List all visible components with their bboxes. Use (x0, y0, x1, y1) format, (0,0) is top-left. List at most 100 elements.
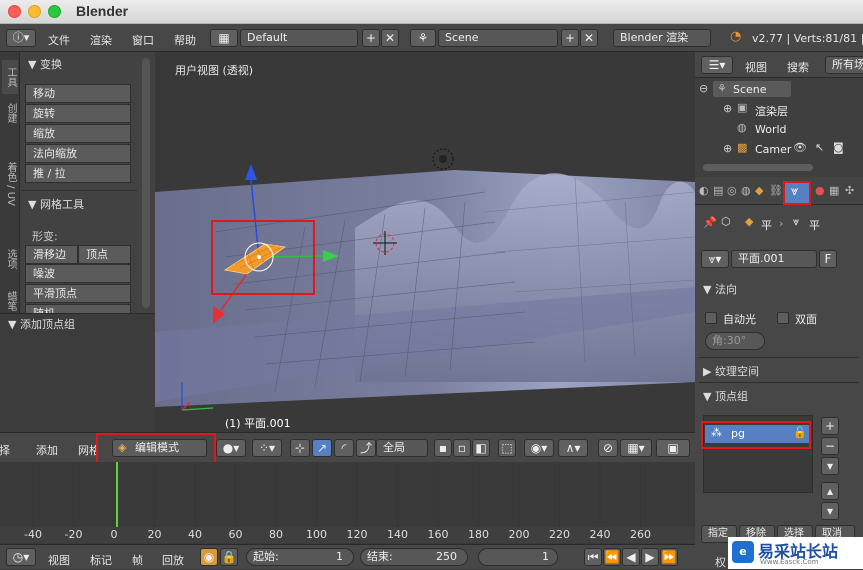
proportional-edit-icon[interactable]: ◉▾ (524, 439, 554, 457)
smooth-vertex-button[interactable]: 平滑顶点 (25, 284, 131, 303)
shrink-fatten-button[interactable]: 法向缩放 (25, 144, 131, 163)
scene-field[interactable]: Scene (438, 29, 558, 47)
render-layers-tab-icon[interactable]: ▤ (713, 184, 723, 197)
outliner-menu-search[interactable]: 搜索 (787, 59, 809, 75)
vertex-select-mode-icon[interactable]: ▪ (434, 439, 452, 457)
outliner-item-scene[interactable]: Scene (733, 83, 767, 96)
delete-layout-x-icon[interactable]: ✕ (381, 29, 399, 47)
scale-button[interactable]: 缩放 (25, 124, 131, 143)
editor-type-info-icon[interactable]: ⓘ▾ (6, 29, 36, 47)
menu-mesh[interactable]: 网格 (78, 442, 98, 458)
menu-frame[interactable]: 帧 (132, 552, 143, 568)
delete-scene-x-icon[interactable]: ✕ (580, 29, 598, 47)
manipulator-axes-icon[interactable]: ⊹ (290, 439, 310, 457)
outliner-item-renderlayers[interactable]: 渲染层 (755, 103, 788, 119)
selectable-cursor-icon[interactable]: ↖ (815, 141, 824, 154)
menu-render[interactable]: 渲染 (90, 32, 112, 48)
prev-keyframe-icon[interactable]: ⏪ (603, 548, 621, 566)
translate-manipulator-icon[interactable]: ↗ (312, 439, 332, 457)
screen-layout-grid-icon[interactable]: ▦ (210, 29, 238, 47)
double-sided-checkbox[interactable] (777, 312, 789, 324)
add-layout-plus-icon[interactable]: + (362, 29, 380, 47)
material-tab-icon[interactable]: ● (815, 184, 825, 197)
expand-icon[interactable]: ⊕ (723, 102, 732, 115)
world-tab-icon[interactable]: ◍ (741, 184, 751, 197)
move-down-icon[interactable]: ▾ (821, 502, 839, 520)
particles-tab-icon[interactable]: ✣ (845, 184, 854, 197)
move-button[interactable]: 移动 (25, 84, 131, 103)
move-up-icon[interactable]: ▴ (821, 482, 839, 500)
outliner-display-filter[interactable]: 所有场 (825, 56, 863, 74)
menu-marker[interactable]: 标记 (90, 552, 112, 568)
menu-file[interactable]: 文件 (48, 32, 70, 48)
outliner-editor-icon[interactable]: ☰▾ (701, 56, 733, 74)
texture-space-panel-header[interactable]: ▶ 纹理空间 (703, 363, 759, 379)
pin-icon[interactable]: 📌 (703, 216, 717, 229)
add-vertex-group-plus-icon[interactable]: + (821, 417, 839, 435)
expand-icon[interactable]: ⊕ (723, 142, 732, 155)
remove-vertex-group-minus-icon[interactable]: − (821, 437, 839, 455)
add-vertex-group-operator-header[interactable]: ▼ 添加顶点组 (8, 316, 75, 332)
mesh-tools-panel-header[interactable]: ▼ 网格工具 (28, 196, 84, 212)
edge-slide-button[interactable]: 滑移边 (25, 245, 78, 264)
limit-selection-icon[interactable]: ⬚ (498, 439, 516, 457)
face-select-mode-icon[interactable]: ◧ (472, 439, 490, 457)
render-engine-select[interactable]: Blender 渲染 (613, 29, 711, 47)
auto-smooth-checkbox[interactable] (705, 312, 717, 324)
menu-add[interactable]: 添加 (36, 442, 58, 458)
zoom-window-button[interactable] (48, 5, 61, 18)
tab-shading-uv[interactable]: 着色 / UV (2, 132, 18, 236)
mode-select[interactable]: ◈ 编辑模式 (112, 439, 207, 457)
current-frame-field[interactable]: 1 (478, 548, 558, 566)
editor-type-clock-icon[interactable]: ◷▾ (6, 548, 36, 566)
viewport-shading-icon[interactable]: ●▾ (216, 439, 246, 457)
tab-create[interactable]: 创建 (2, 98, 18, 128)
expand-icon[interactable]: ⊖ (699, 82, 708, 95)
normals-panel-header[interactable]: ▼ 法向 (703, 281, 737, 297)
mesh-name-field[interactable]: 平面.001 (731, 250, 817, 268)
push-pull-button[interactable]: 推 / 拉 (25, 164, 131, 183)
pivot-point-icon[interactable]: ⁘▾ (252, 439, 282, 457)
snap-element-icon[interactable]: ▦▾ (620, 439, 652, 457)
menu-playback[interactable]: 回放 (162, 552, 184, 568)
outliner-item-world[interactable]: World (755, 123, 787, 136)
menu-select[interactable]: 选择 (0, 442, 10, 458)
vertex-slide-button[interactable]: 顶点 (78, 245, 131, 264)
outliner-scrollbar[interactable] (703, 164, 813, 171)
lock-icon[interactable]: 🔒 (220, 548, 238, 566)
menu-help[interactable]: 帮助 (174, 32, 196, 48)
add-scene-plus-icon[interactable]: + (561, 29, 579, 47)
object-tab-icon[interactable]: ◆ (755, 184, 763, 197)
rotate-button[interactable]: 旋转 (25, 104, 131, 123)
transform-orientation-select[interactable]: 全局 (376, 439, 428, 457)
menu-window[interactable]: 窗口 (132, 32, 154, 48)
edge-select-mode-icon[interactable]: ▫ (453, 439, 471, 457)
viewport-3d[interactable]: 用户视图 (透视) (1) 平面.001 (155, 52, 695, 435)
layout-field[interactable]: Default (240, 29, 358, 47)
tab-tools[interactable]: 工具 (2, 60, 18, 94)
snap-toggle-icon[interactable]: ⊘ (598, 439, 618, 457)
constraints-tab-icon[interactable]: ⛓ (769, 184, 783, 197)
end-frame-field[interactable]: 结束: 250 (360, 548, 468, 566)
auto-keying-icon[interactable]: ◉ (200, 548, 218, 566)
menu-view[interactable]: 视图 (48, 552, 70, 568)
vertex-groups-panel-header[interactable]: ▼ 顶点组 (703, 388, 748, 404)
play-reverse-icon[interactable]: ◀ (622, 548, 640, 566)
tab-options[interactable]: 选项 (2, 242, 18, 276)
tool-shelf-scrollbar[interactable] (142, 58, 150, 308)
play-icon[interactable]: ▶ (641, 548, 659, 566)
vertex-group-specials-icon[interactable]: ▾ (821, 457, 839, 475)
auto-smooth-angle-field[interactable]: 角:30° (705, 332, 765, 350)
rotate-manipulator-icon[interactable]: ◜ (334, 439, 354, 457)
fake-user-button[interactable]: F (819, 250, 837, 268)
render-preview-icon[interactable]: ▣ (656, 439, 690, 457)
minimize-window-button[interactable] (28, 5, 41, 18)
renderable-camera-icon[interactable]: ◙ (833, 141, 844, 154)
scene-tab-icon[interactable]: ◎ (727, 184, 737, 197)
close-window-button[interactable] (8, 5, 21, 18)
outliner-menu-view[interactable]: 视图 (745, 59, 767, 75)
texture-tab-icon[interactable]: ▦ (829, 184, 839, 197)
mesh-data-tab[interactable]: ⩔ (783, 181, 811, 205)
outliner-item-camera[interactable]: Camer (755, 143, 791, 156)
render-tab-icon[interactable]: ◐ (699, 184, 709, 197)
